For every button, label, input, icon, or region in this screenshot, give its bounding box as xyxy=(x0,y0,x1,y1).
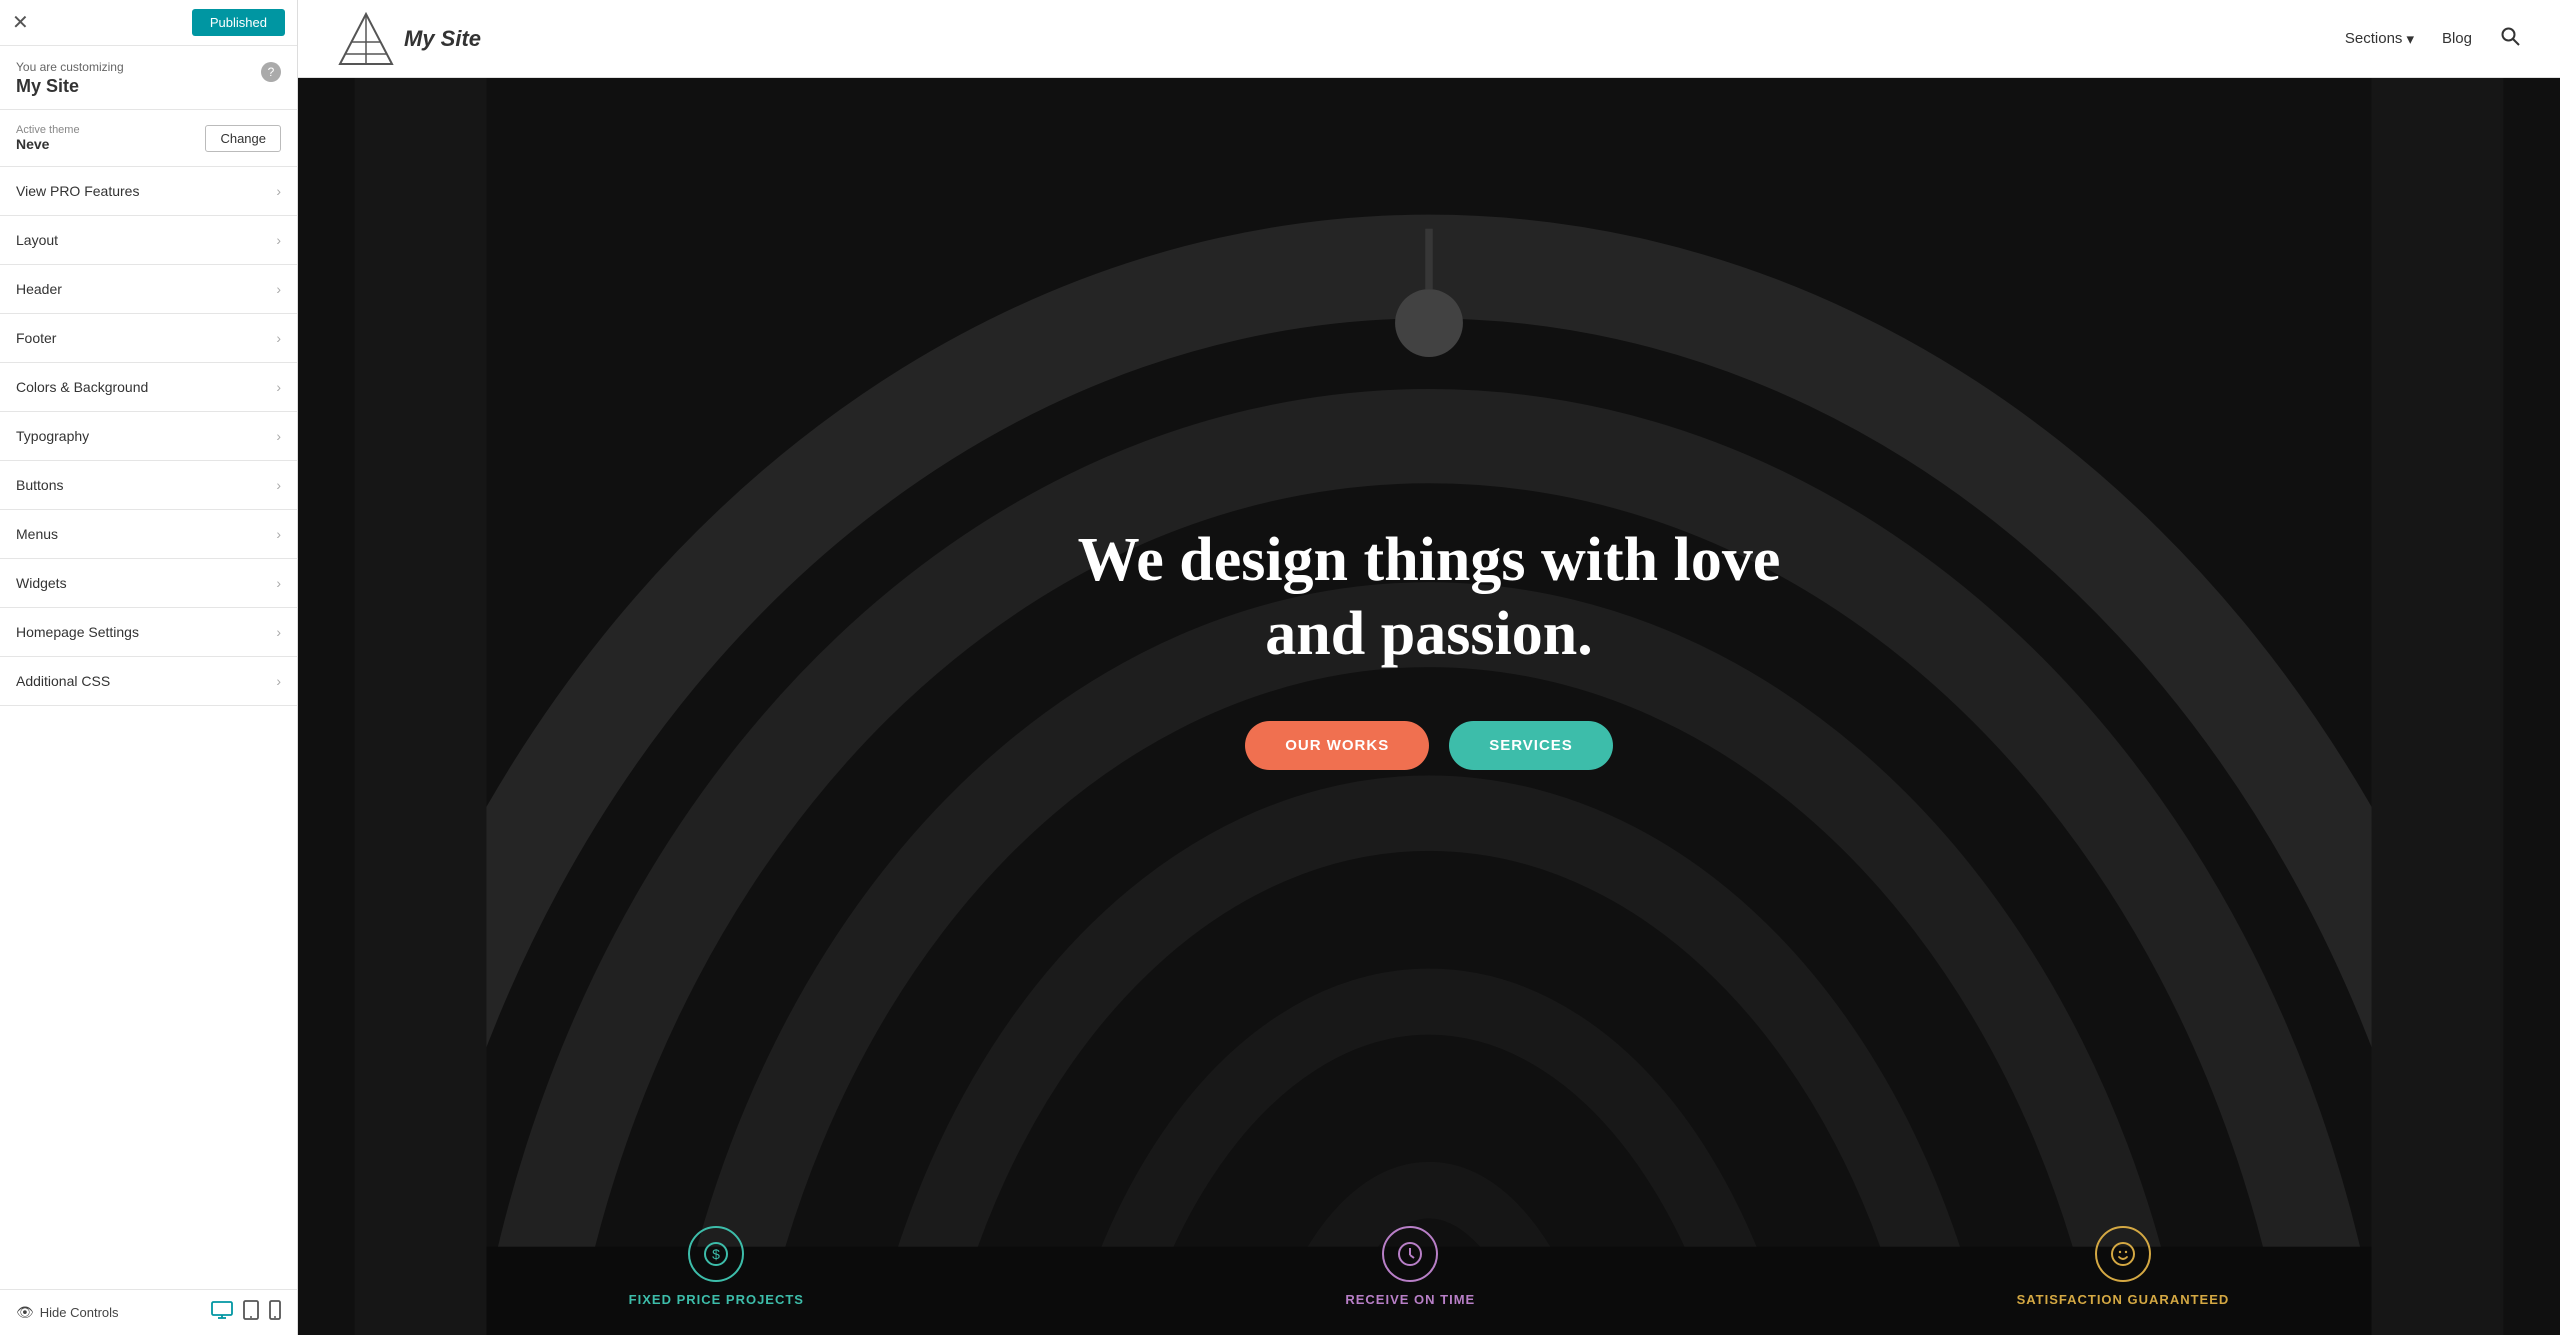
change-theme-button[interactable]: Change xyxy=(205,125,281,152)
satisfaction-label: SATISFACTION GUARANTEED xyxy=(2017,1292,2230,1307)
chevron-right-icon: › xyxy=(276,232,281,248)
customizer-panel: ✕ Published You are customizing My Site … xyxy=(0,0,298,1335)
menu-item-widgets[interactable]: Widgets › xyxy=(0,559,297,608)
menu-item-typography[interactable]: Typography › xyxy=(0,412,297,461)
search-icon[interactable] xyxy=(2500,26,2520,51)
hero-buttons: OUR WORKS SERVICES xyxy=(1245,721,1613,770)
services-button[interactable]: SERVICES xyxy=(1449,721,1613,770)
panel-bottom: 👁 Hide Controls xyxy=(0,1289,297,1335)
blog-label: Blog xyxy=(2442,30,2472,47)
menu-item-view-pro[interactable]: View PRO Features › xyxy=(0,167,297,216)
menu-item-colors-background[interactable]: Colors & Background › xyxy=(0,363,297,412)
theme-name: Neve xyxy=(16,136,80,152)
sections-label: Sections xyxy=(2345,30,2403,47)
sections-nav-item[interactable]: Sections ▾ xyxy=(2345,30,2414,48)
hide-controls-button[interactable]: 👁 Hide Controls xyxy=(16,1304,119,1321)
our-works-button[interactable]: OUR WORKS xyxy=(1245,721,1429,770)
chevron-right-icon: › xyxy=(276,575,281,591)
chevron-right-icon: › xyxy=(276,281,281,297)
svg-text:$: $ xyxy=(712,1246,720,1262)
eye-icon: 👁 xyxy=(16,1304,34,1321)
logo-text: My Site xyxy=(404,26,481,52)
menu-item-label: Typography xyxy=(16,428,89,444)
sections-chevron-icon: ▾ xyxy=(2406,30,2414,48)
site-name: My Site xyxy=(16,76,124,97)
satisfaction-icon xyxy=(2095,1226,2151,1282)
blog-nav-item[interactable]: Blog xyxy=(2442,30,2472,47)
chevron-right-icon: › xyxy=(276,526,281,542)
menu-item-additional-css[interactable]: Additional CSS › xyxy=(0,657,297,706)
menu-item-label: Footer xyxy=(16,330,56,346)
menu-item-homepage-settings[interactable]: Homepage Settings › xyxy=(0,608,297,657)
close-button[interactable]: ✕ xyxy=(12,13,29,33)
menu-item-label: Homepage Settings xyxy=(16,624,139,640)
chevron-right-icon: › xyxy=(276,379,281,395)
chevron-right-icon: › xyxy=(276,477,281,493)
hide-controls-label: Hide Controls xyxy=(40,1305,119,1320)
menu-item-header[interactable]: Header › xyxy=(0,265,297,314)
nav-right: Sections ▾ Blog xyxy=(2345,26,2520,51)
menu-item-label: Colors & Background xyxy=(16,379,148,395)
receive-time-icon xyxy=(1382,1226,1438,1282)
menu-item-label: Header xyxy=(16,281,62,297)
chevron-right-icon: › xyxy=(276,428,281,444)
menu-item-menus[interactable]: Menus › xyxy=(0,510,297,559)
mobile-view-button[interactable] xyxy=(269,1300,281,1325)
customizing-label: You are customizing xyxy=(16,60,124,74)
feature-receive-time: RECEIVE ON TIME xyxy=(1345,1226,1475,1307)
hero-title: We design things with love and passion. xyxy=(1078,523,1781,672)
device-icons xyxy=(211,1300,281,1325)
hero-title-line2: and passion. xyxy=(1265,600,1592,668)
menu-item-label: Layout xyxy=(16,232,58,248)
feature-satisfaction: SATISFACTION GUARANTEED xyxy=(2017,1226,2230,1307)
menu-item-buttons[interactable]: Buttons › xyxy=(0,461,297,510)
published-button[interactable]: Published xyxy=(192,9,285,36)
logo-icon xyxy=(338,12,394,66)
features-strip: $ FIXED PRICE PROJECTS RECEIVE ON TIME xyxy=(298,1206,2560,1335)
menu-item-label: Widgets xyxy=(16,575,67,591)
site-logo: My Site xyxy=(338,12,481,66)
hero-content: We design things with love and passion. … xyxy=(298,78,2560,1195)
chevron-right-icon: › xyxy=(276,624,281,640)
help-icon[interactable]: ? xyxy=(261,62,281,82)
panel-topbar: ✕ Published xyxy=(0,0,297,46)
site-preview: My Site Sections ▾ Blog xyxy=(298,0,2560,1335)
menu-item-label: Menus xyxy=(16,526,58,542)
chevron-right-icon: › xyxy=(276,330,281,346)
customizing-section: You are customizing My Site ? xyxy=(0,46,297,110)
fixed-price-label: FIXED PRICE PROJECTS xyxy=(629,1292,804,1307)
active-theme-section: Active theme Neve Change xyxy=(0,110,297,167)
menu-item-layout[interactable]: Layout › xyxy=(0,216,297,265)
desktop-view-button[interactable] xyxy=(211,1300,233,1325)
menu-list: View PRO Features › Layout › Header › Fo… xyxy=(0,167,297,706)
chevron-right-icon: › xyxy=(276,183,281,199)
menu-item-label: Additional CSS xyxy=(16,673,110,689)
fixed-price-icon: $ xyxy=(688,1226,744,1282)
feature-fixed-price: $ FIXED PRICE PROJECTS xyxy=(629,1226,804,1307)
hero-title-line1: We design things with love xyxy=(1078,526,1781,594)
menu-item-label: Buttons xyxy=(16,477,63,493)
site-nav: My Site Sections ▾ Blog xyxy=(298,0,2560,78)
menu-item-label: View PRO Features xyxy=(16,183,139,199)
receive-time-label: RECEIVE ON TIME xyxy=(1345,1292,1475,1307)
menu-item-footer[interactable]: Footer › xyxy=(0,314,297,363)
hero-section: We design things with love and passion. … xyxy=(298,78,2560,1335)
active-theme-label: Active theme xyxy=(16,124,80,136)
tablet-view-button[interactable] xyxy=(243,1300,259,1325)
chevron-right-icon: › xyxy=(276,673,281,689)
